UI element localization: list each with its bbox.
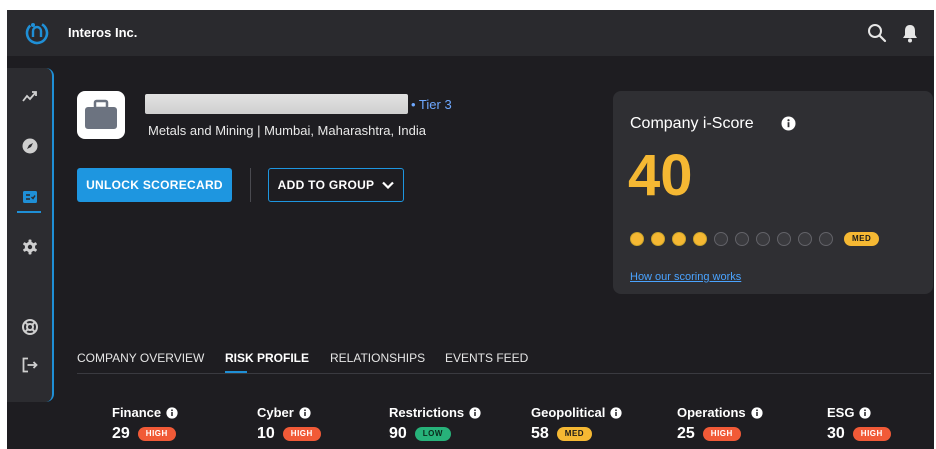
risk-score-value: 10 (257, 425, 275, 442)
compass-icon[interactable] (21, 137, 39, 155)
score-dot (819, 232, 833, 246)
risk-level-badge: MED (556, 427, 593, 441)
risk-label-text: Geopolitical (531, 405, 606, 420)
company-name-redacted (145, 94, 408, 114)
score-dot (630, 232, 644, 246)
tabs-divider (77, 373, 931, 374)
risk-cyber[interactable]: Cyber 10 HIGH (257, 405, 321, 443)
risk-label: Cyber (257, 405, 321, 420)
info-icon[interactable] (610, 406, 623, 419)
risk-label-text: Finance (112, 405, 162, 420)
score-level-badge: MED (844, 232, 880, 246)
tab-events-feed[interactable]: EVENTS FEED (445, 351, 528, 365)
bell-icon[interactable] (901, 23, 919, 43)
risk-level-badge: HIGH (137, 427, 176, 441)
score-dot (714, 232, 728, 246)
trend-icon[interactable] (21, 88, 39, 106)
scorecard-icon[interactable] (21, 188, 39, 206)
interos-logo-icon[interactable] (24, 20, 50, 46)
info-icon[interactable] (751, 406, 763, 419)
info-icon[interactable] (469, 406, 481, 419)
score-dot (651, 232, 665, 246)
risk-level-badge: HIGH (282, 427, 321, 441)
info-icon[interactable] (299, 406, 311, 419)
info-icon[interactable] (859, 406, 872, 419)
risk-score-row: 58 MED (531, 425, 622, 443)
company-industry-location: Metals and Mining | Mumbai, Maharashtra,… (148, 123, 426, 138)
info-icon[interactable] (166, 406, 178, 419)
sidebar-active-indicator (17, 211, 41, 213)
company-score-card: Company i-Score 40 MED How our scoring w… (613, 91, 933, 294)
briefcase-icon (85, 99, 117, 129)
score-dot (756, 232, 770, 246)
risk-level-badge: HIGH (852, 427, 891, 441)
score-dot (693, 232, 707, 246)
risk-score-row: 10 HIGH (257, 425, 321, 443)
risk-score-row: 29 HIGH (112, 425, 178, 443)
risk-label-text: Cyber (257, 405, 294, 420)
score-dot (798, 232, 812, 246)
unlock-scorecard-button[interactable]: UNLOCK SCORECARD (77, 168, 232, 202)
info-icon[interactable] (781, 116, 796, 131)
company-tier[interactable]: • Tier 3 (411, 97, 452, 112)
sidebar (7, 68, 54, 402)
risk-operations[interactable]: Operations 25 HIGH (677, 405, 763, 443)
lifebuoy-icon[interactable] (21, 318, 39, 336)
risk-score-value: 30 (827, 425, 845, 442)
risk-score-row: 30 HIGH (827, 425, 891, 443)
tab-company-overview[interactable]: COMPANY OVERVIEW (77, 351, 204, 365)
risk-label: Finance (112, 405, 178, 420)
risk-label: Operations (677, 405, 763, 420)
risk-label: Geopolitical (531, 405, 623, 420)
app-window: Interos Inc. • Tier 3 Metals and Mining … (7, 10, 934, 449)
score-value: 40 (628, 143, 693, 208)
tab-relationships[interactable]: RELATIONSHIPS (330, 351, 425, 365)
score-dot (777, 232, 791, 246)
top-bar: Interos Inc. (7, 10, 934, 56)
risk-label: ESG (827, 405, 891, 420)
risk-level-badge: HIGH (702, 427, 741, 441)
risk-restrictions[interactable]: Restrictions 90 LOW (389, 405, 481, 443)
score-dot (735, 232, 749, 246)
risk-geopolitical[interactable]: Geopolitical 58 MED (531, 405, 623, 443)
risk-score-row: 90 LOW (389, 425, 481, 443)
score-dot (672, 232, 686, 246)
gear-icon[interactable] (21, 238, 39, 256)
company-logo (77, 91, 125, 139)
risk-finance[interactable]: Finance 29 HIGH (112, 405, 178, 443)
risk-label-text: Restrictions (389, 405, 465, 420)
tab-risk-profile[interactable]: RISK PROFILE (225, 351, 309, 365)
risk-score-value: 58 (531, 425, 549, 442)
add-to-group-label: ADD TO GROUP (277, 178, 375, 192)
risk-score-value: 25 (677, 425, 695, 442)
risk-esg[interactable]: ESG 30 HIGH (827, 405, 891, 443)
logout-icon[interactable] (21, 356, 39, 374)
how-scoring-works-link[interactable]: How our scoring works (630, 271, 741, 283)
app-title: Interos Inc. (68, 25, 138, 40)
risk-label-text: Operations (677, 405, 746, 420)
risk-score-value: 29 (112, 425, 130, 442)
risk-label: Restrictions (389, 405, 481, 420)
risk-level-badge: LOW (414, 427, 451, 441)
add-to-group-button[interactable]: ADD TO GROUP (268, 168, 404, 202)
score-level-dots: MED (630, 232, 880, 246)
risk-label-text: ESG (827, 405, 855, 420)
chevron-down-icon (382, 181, 395, 189)
search-icon[interactable] (867, 23, 887, 43)
risk-score-row: 25 HIGH (677, 425, 763, 443)
risk-score-value: 90 (389, 425, 407, 442)
action-divider (250, 168, 251, 202)
score-title: Company i-Score (630, 115, 754, 132)
